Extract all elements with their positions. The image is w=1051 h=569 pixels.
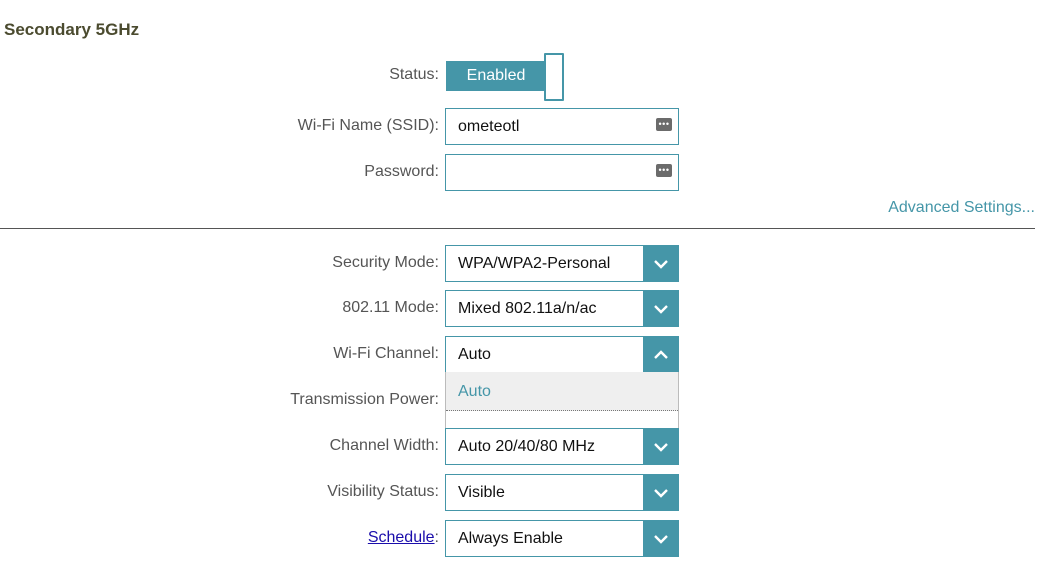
ssid-value: ometeotl xyxy=(458,117,520,135)
section-title: Secondary 5GHz xyxy=(4,20,140,39)
channel-width-value: Auto 20/40/80 MHz xyxy=(458,438,595,455)
chevron-down-icon[interactable] xyxy=(643,246,678,281)
security-mode-label: Security Mode: xyxy=(332,254,439,271)
transmission-power-label: Transmission Power: xyxy=(290,391,439,408)
visibility-status-value: Visible xyxy=(458,484,505,501)
toggle-knob[interactable] xyxy=(544,53,564,101)
chevron-down-icon[interactable] xyxy=(643,475,678,510)
schedule-value: Always Enable xyxy=(458,530,563,547)
keyboard-icon[interactable]: ••• xyxy=(656,164,672,177)
schedule-link[interactable]: Schedule xyxy=(368,529,435,546)
chevron-down-icon[interactable] xyxy=(643,429,678,464)
visibility-status-select[interactable]: Visible xyxy=(445,474,679,511)
advanced-settings-link[interactable]: Advanced Settings... xyxy=(888,199,1035,217)
password-input[interactable]: ••• xyxy=(445,154,679,191)
ssid-input[interactable]: ometeotl ••• xyxy=(445,108,679,145)
wifi-channel-select[interactable]: Auto xyxy=(445,336,679,373)
chevron-up-icon[interactable] xyxy=(643,337,678,372)
mode-80211-label: 802.11 Mode: xyxy=(342,299,439,316)
security-mode-select[interactable]: WPA/WPA2-Personal xyxy=(445,245,679,282)
wifi-channel-option-auto[interactable]: Auto xyxy=(446,372,678,411)
status-label: Status: xyxy=(389,66,439,83)
wifi-channel-dropdown: Auto xyxy=(445,372,679,430)
chevron-down-icon[interactable] xyxy=(643,291,678,326)
wifi-settings-page: Secondary 5GHz Status: Enabled Wi-Fi Nam… xyxy=(0,0,1051,569)
security-mode-value: WPA/WPA2-Personal xyxy=(458,255,611,272)
visibility-status-label: Visibility Status: xyxy=(327,483,439,500)
schedule-label: Schedule: xyxy=(368,529,439,547)
schedule-select[interactable]: Always Enable xyxy=(445,520,679,557)
keyboard-icon[interactable]: ••• xyxy=(656,118,672,131)
wifi-channel-label: Wi-Fi Channel: xyxy=(333,345,439,362)
wifi-channel-value: Auto xyxy=(458,346,491,363)
status-toggle[interactable]: Enabled xyxy=(446,53,564,101)
password-label: Password: xyxy=(364,163,439,180)
divider xyxy=(0,228,1035,229)
chevron-down-icon[interactable] xyxy=(643,521,678,556)
schedule-colon: : xyxy=(434,529,439,546)
channel-width-label: Channel Width: xyxy=(329,437,439,454)
channel-width-select[interactable]: Auto 20/40/80 MHz xyxy=(445,428,679,465)
mode-80211-value: Mixed 802.11a/n/ac xyxy=(458,300,597,317)
ssid-label: Wi-Fi Name (SSID): xyxy=(297,117,439,134)
status-toggle-text: Enabled xyxy=(446,61,546,91)
mode-80211-select[interactable]: Mixed 802.11a/n/ac xyxy=(445,290,679,327)
